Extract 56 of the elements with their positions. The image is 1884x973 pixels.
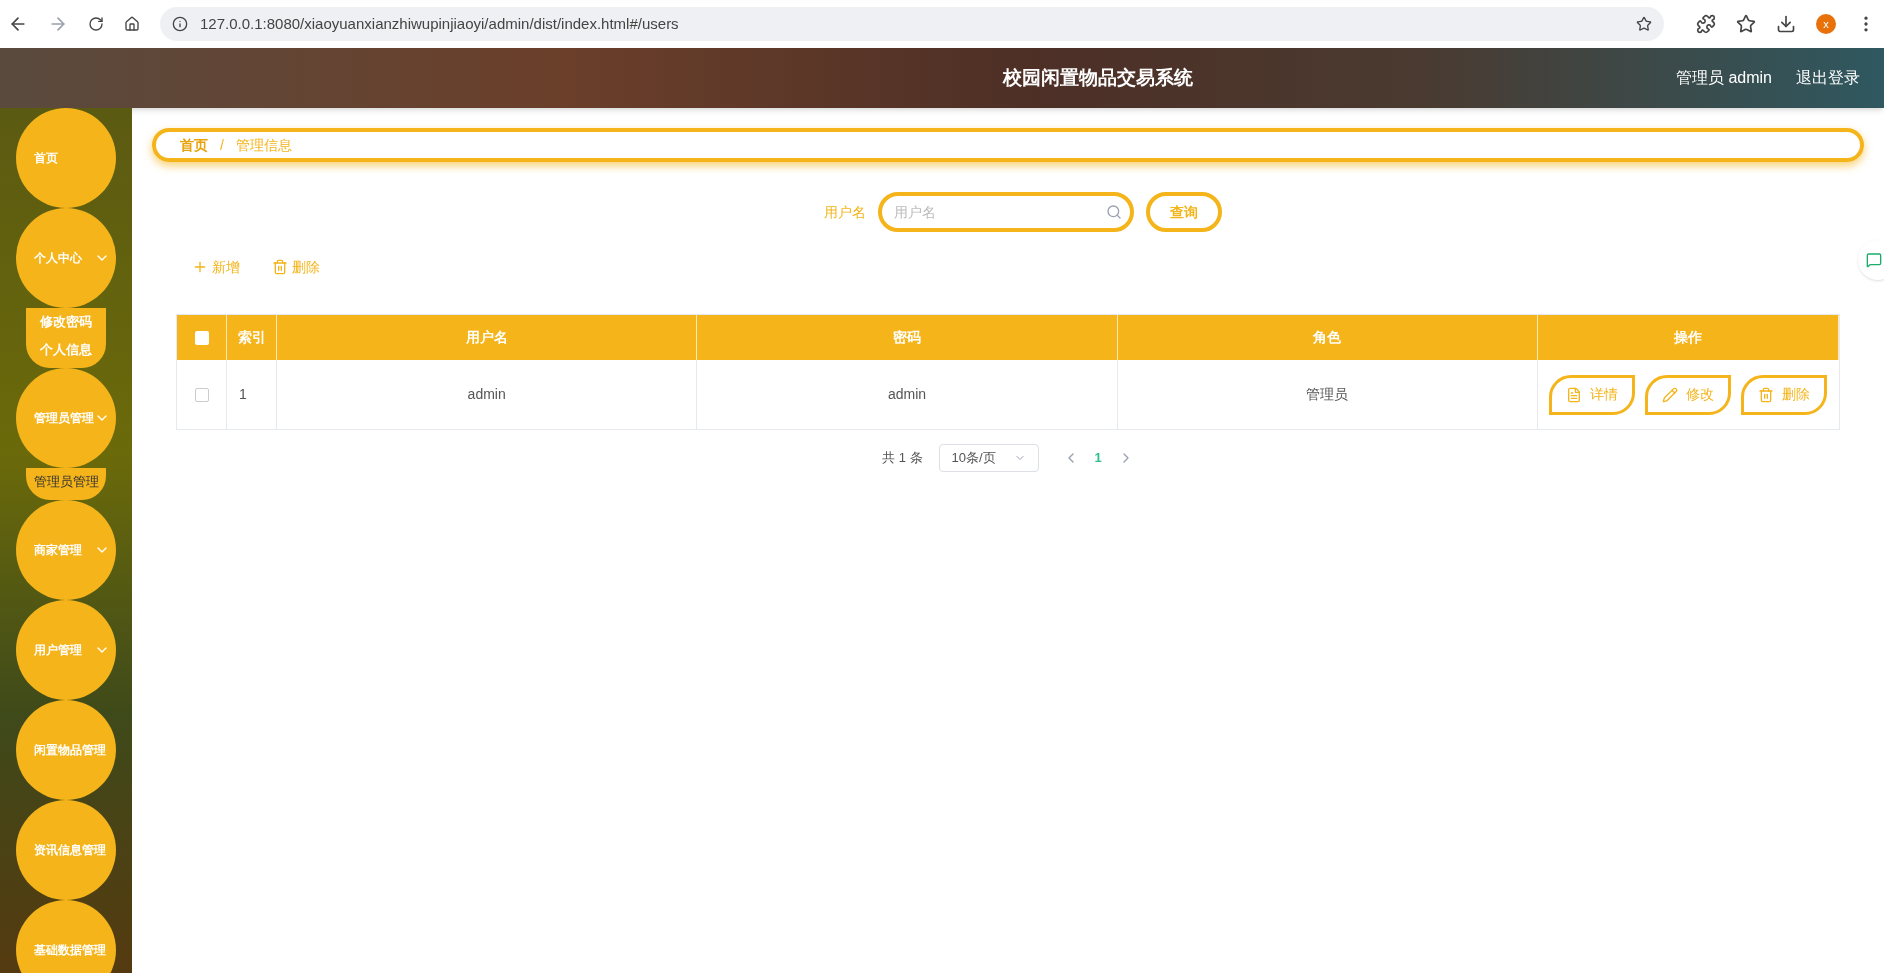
- row-action-button[interactable]: 删除: [1741, 374, 1828, 415]
- star-list-icon[interactable]: [1736, 14, 1756, 34]
- menu-item[interactable]: 基础数据管理: [16, 900, 116, 973]
- page-size-select[interactable]: 10条/页: [938, 444, 1039, 472]
- chat-icon: [1866, 252, 1882, 268]
- menu-item[interactable]: 资讯信息管理: [16, 800, 116, 900]
- submenu-item[interactable]: 个人信息: [26, 336, 106, 364]
- bookmark-star-icon[interactable]: [1636, 16, 1652, 32]
- breadcrumb-item[interactable]: 首页: [180, 134, 208, 156]
- search-button[interactable]: 查询: [1146, 192, 1222, 232]
- menu-item[interactable]: 商家管理: [16, 500, 116, 600]
- search-field[interactable]: 用户名: [878, 192, 1134, 232]
- trash-icon: [1758, 386, 1775, 403]
- table-cell-text: 管理员: [1306, 385, 1349, 404]
- column-header: 角色: [1313, 328, 1342, 347]
- system-title: 校园闲置物品交易系统: [1003, 65, 1193, 90]
- table-cell-text: admin: [887, 385, 927, 404]
- row-checkbox[interactable]: [194, 387, 209, 402]
- document-icon: [1566, 386, 1583, 403]
- address-bar[interactable]: 127.0.0.1:8080/xiaoyuanxianzhiwupinjiaoyi/admin/dist/index.html#/users: [160, 7, 1664, 41]
- info-icon[interactable]: [172, 16, 188, 32]
- column-header: 密码: [893, 328, 921, 347]
- total-count: 共 1 条: [882, 449, 923, 468]
- column-header: 用户名: [465, 328, 508, 347]
- download-icon[interactable]: [1776, 14, 1796, 34]
- row-action-button[interactable]: 修改: [1645, 374, 1732, 415]
- menu-item[interactable]: 用户管理: [16, 600, 116, 700]
- url-text: 127.0.0.1:8080/xiaoyuanxianzhiwupinjiaoyi/admin/dist/index.html#/users: [200, 13, 680, 34]
- search-label: 用户名: [824, 202, 866, 222]
- user-name: 管理员 admin: [1675, 68, 1772, 88]
- pencil-icon: [1662, 386, 1679, 403]
- submenu-item[interactable]: 管理员管理: [26, 468, 106, 496]
- breadcrumb-separator: /: [220, 135, 224, 155]
- table-cell-text: 1: [239, 385, 247, 404]
- search-icon: [1106, 204, 1122, 220]
- menu-item[interactable]: 个人中心: [16, 208, 116, 308]
- menu-item[interactable]: 管理员管理: [16, 368, 116, 468]
- extensions-icon[interactable]: [1696, 14, 1716, 34]
- toolbar-action[interactable]: 新增: [192, 252, 240, 282]
- menu-item[interactable]: 首页: [16, 108, 116, 208]
- logout-link[interactable]: 退出登录: [1796, 66, 1860, 90]
- home-icon[interactable]: [124, 16, 140, 32]
- table-cell-text: admin: [467, 385, 506, 404]
- column-header: 操作: [1674, 328, 1702, 347]
- row-action-button[interactable]: 详情: [1549, 374, 1636, 415]
- reload-icon[interactable]: [88, 16, 104, 32]
- menu-item[interactable]: 闲置物品管理: [16, 700, 116, 800]
- trash-icon: [272, 259, 288, 275]
- column-header: 索引: [237, 328, 266, 347]
- plus-icon: [192, 259, 208, 275]
- submenu-item[interactable]: 修改密码: [26, 308, 106, 336]
- profile-avatar[interactable]: x: [1816, 14, 1836, 34]
- breadcrumb-item: 管理信息: [235, 135, 292, 155]
- page-number[interactable]: 1: [1094, 448, 1102, 468]
- toolbar-action[interactable]: 删除: [272, 252, 320, 282]
- select-all-checkbox[interactable]: [194, 330, 209, 345]
